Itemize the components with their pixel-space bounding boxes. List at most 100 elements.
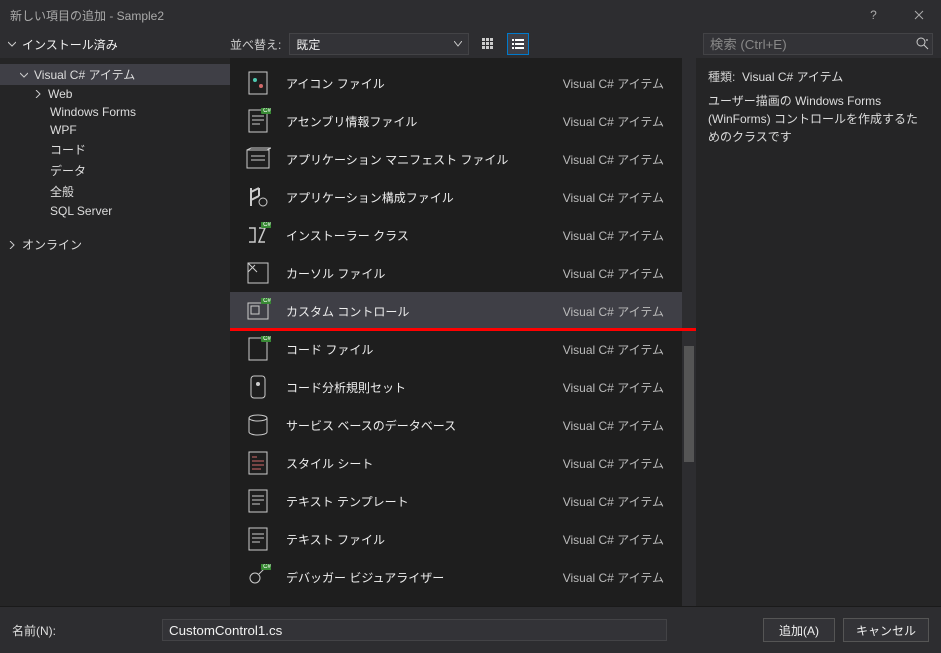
- template-name: カーソル ファイル: [286, 265, 549, 282]
- template-item-row[interactable]: C#コード ファイルVisual C# アイテム: [230, 330, 682, 368]
- template-category: Visual C# アイテム: [563, 189, 668, 206]
- tree-item-label: SQL Server: [50, 204, 112, 218]
- template-category: Visual C# アイテム: [563, 75, 668, 92]
- search-icon[interactable]: [915, 36, 929, 50]
- tree-item-label: Web: [48, 87, 72, 101]
- search-input[interactable]: [703, 33, 933, 55]
- sort-value: 既定: [296, 36, 320, 53]
- close-icon: [914, 10, 924, 20]
- template-icon: [244, 183, 272, 211]
- template-category: Visual C# アイテム: [563, 455, 668, 472]
- annotation-redline: [230, 328, 696, 331]
- tree-item-wpf[interactable]: WPF: [0, 121, 230, 139]
- template-icon: C#: [244, 297, 272, 325]
- close-button[interactable]: [896, 0, 941, 30]
- tree-item-label: 全般: [50, 183, 74, 200]
- template-name: デバッガー ビジュアライザー: [286, 569, 549, 586]
- template-category: Visual C# アイテム: [563, 531, 668, 548]
- template-icon: C#: [244, 335, 272, 363]
- help-button[interactable]: ?: [851, 0, 896, 30]
- template-name: アプリケーション構成ファイル: [286, 189, 549, 206]
- tree-item-data[interactable]: データ: [0, 160, 230, 181]
- view-small-icons-button[interactable]: [477, 33, 499, 55]
- svg-text:C#: C#: [263, 222, 271, 228]
- template-item-row[interactable]: テキスト ファイル Visual C# アイテム: [230, 520, 682, 558]
- installed-header[interactable]: インストール済み: [22, 36, 118, 53]
- svg-text:C#: C#: [263, 298, 271, 304]
- template-item-row[interactable]: アイコン ファイル Visual C# アイテム: [230, 64, 682, 102]
- template-category: Visual C# アイテム: [563, 493, 668, 510]
- tree-item-label: WPF: [50, 123, 77, 137]
- bottom-bar: 名前(N): 追加(A) キャンセル: [0, 606, 941, 653]
- tree-item-general[interactable]: 全般: [0, 181, 230, 202]
- template-name: インストーラー クラス: [286, 227, 549, 244]
- template-icon: [244, 69, 272, 97]
- chevron-down-icon: [20, 71, 30, 79]
- template-item-row[interactable]: アプリケーション マニフェスト ファイル Visual C# アイテム: [230, 140, 682, 178]
- svg-text:C#: C#: [263, 336, 271, 342]
- name-input[interactable]: [162, 619, 667, 641]
- template-icon: [244, 449, 272, 477]
- chevron-down-icon: [8, 40, 16, 48]
- tree-item-label: データ: [50, 162, 86, 179]
- tree-root-csharp[interactable]: Visual C# アイテム: [0, 64, 230, 85]
- type-value: Visual C# アイテム: [742, 70, 843, 84]
- template-category: Visual C# アイテム: [563, 265, 668, 282]
- template-item-row[interactable]: アプリケーション構成ファイル Visual C# アイテム: [230, 178, 682, 216]
- content-area: Visual C# アイテム Web Windows Forms WPF コード…: [0, 58, 941, 606]
- tree-item-code[interactable]: コード: [0, 139, 230, 160]
- template-icon: [244, 525, 272, 553]
- template-item-row[interactable]: C#インストーラー クラスVisual C# アイテム: [230, 216, 682, 254]
- chevron-down-icon: [454, 41, 462, 47]
- add-button[interactable]: 追加(A): [763, 618, 835, 642]
- template-icon: [244, 411, 272, 439]
- template-name: アセンブリ情報ファイル: [286, 113, 549, 130]
- template-item-row[interactable]: カーソル ファイル Visual C# アイテム: [230, 254, 682, 292]
- template-item-row[interactable]: コード分析規則セットVisual C# アイテム: [230, 368, 682, 406]
- template-name: テキスト テンプレート: [286, 493, 549, 510]
- template-name: アプリケーション マニフェスト ファイル: [286, 151, 549, 168]
- template-icon: [244, 259, 272, 287]
- template-name: テキスト ファイル: [286, 531, 549, 548]
- template-icon: C#: [244, 221, 272, 249]
- tree-item-label: コード: [50, 141, 86, 158]
- template-item-row[interactable]: サービス ベースのデータベースVisual C# アイテム: [230, 406, 682, 444]
- template-item-row[interactable]: C# アセンブリ情報ファイル Visual C# アイテム: [230, 102, 682, 140]
- template-category: Visual C# アイテム: [563, 417, 668, 434]
- toolbar: インストール済み 並べ替え: 既定: [0, 30, 941, 58]
- window-title: 新しい項目の追加 - Sample2: [10, 7, 164, 24]
- sort-label: 並べ替え:: [230, 36, 281, 53]
- tree-item-web[interactable]: Web: [0, 85, 230, 103]
- template-category: Visual C# アイテム: [563, 113, 668, 130]
- template-category: Visual C# アイテム: [563, 151, 668, 168]
- template-item-row[interactable]: スタイル シートVisual C# アイテム: [230, 444, 682, 482]
- template-item-row[interactable]: C# カスタム コントロール Visual C# アイテム: [230, 292, 682, 330]
- svg-text:C#: C#: [263, 564, 271, 570]
- scrollbar-thumb[interactable]: [684, 346, 694, 462]
- chevron-right-icon: [34, 90, 44, 98]
- template-category: Visual C# アイテム: [563, 569, 668, 586]
- tree-item-winforms[interactable]: Windows Forms: [0, 103, 230, 121]
- template-item-row[interactable]: C# デバッガー ビジュアライザー Visual C# アイテム: [230, 558, 682, 596]
- scrollbar[interactable]: [682, 58, 696, 606]
- template-icon: [244, 373, 272, 401]
- template-name: カスタム コントロール: [286, 303, 549, 320]
- template-category: Visual C# アイテム: [563, 341, 668, 358]
- item-description: ユーザー描画の Windows Forms (WinForms) コントロールを…: [708, 92, 929, 146]
- tree-item-label: Windows Forms: [50, 105, 136, 119]
- template-category: Visual C# アイテム: [563, 379, 668, 396]
- template-category: Visual C# アイテム: [563, 303, 668, 320]
- template-icon: [244, 487, 272, 515]
- template-item-row[interactable]: テキスト テンプレート Visual C# アイテム: [230, 482, 682, 520]
- template-name: アイコン ファイル: [286, 75, 549, 92]
- list-icon: [512, 38, 524, 50]
- cancel-button[interactable]: キャンセル: [843, 618, 929, 642]
- tree-online[interactable]: オンライン: [0, 234, 230, 255]
- sort-select[interactable]: 既定: [289, 33, 469, 55]
- type-label: 種類:: [708, 70, 735, 84]
- view-list-button[interactable]: [507, 33, 529, 55]
- svg-text:C#: C#: [263, 108, 271, 114]
- chevron-right-icon: [8, 241, 18, 249]
- category-tree: Visual C# アイテム Web Windows Forms WPF コード…: [0, 58, 230, 606]
- tree-item-sqlserver[interactable]: SQL Server: [0, 202, 230, 220]
